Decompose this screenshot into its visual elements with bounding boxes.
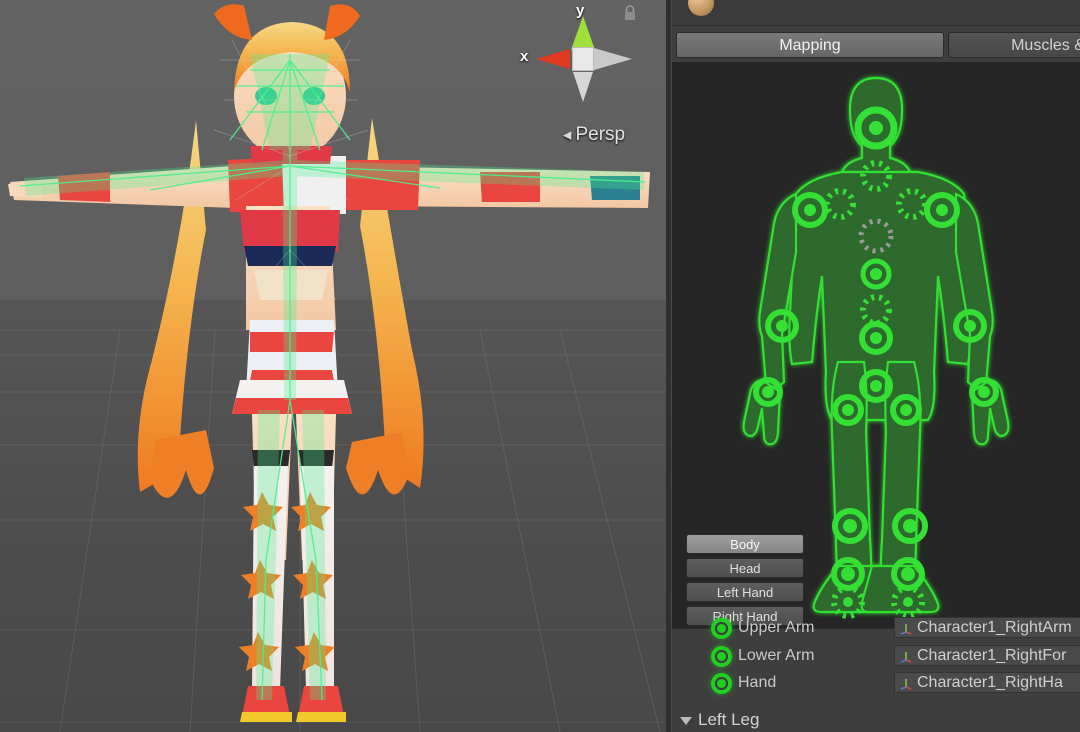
gizmo-axis-ny-cone[interactable]: [573, 72, 593, 102]
lock-icon[interactable]: [622, 4, 638, 22]
tab-muscles-and-settings[interactable]: Muscles &: [948, 32, 1080, 58]
gizmo-y-label: y: [576, 2, 585, 19]
chevron-down-icon: [680, 716, 692, 725]
gizmo-axis-y-cone[interactable]: [571, 16, 595, 50]
body-part-button-left-hand[interactable]: Left Hand: [686, 582, 804, 602]
avatar-tab-bar: Mapping Muscles &: [672, 30, 1080, 60]
scene-view-gizmo[interactable]: y x ◂ Persp: [514, 2, 654, 154]
unity-editor-window: y x ◂ Persp Mapping Muscles & Body Head …: [0, 0, 1080, 732]
gizmo-axis-nx-cone[interactable]: [594, 48, 632, 70]
bone-object-field[interactable]: Character1_RightFor: [894, 645, 1080, 666]
body-part-button-body[interactable]: Body: [686, 534, 804, 554]
bone-object-name: Character1_RightFor: [917, 647, 1067, 664]
bone-object-name: Character1_RightHa: [917, 674, 1063, 691]
bone-object-name: Character1_RightArm: [917, 619, 1072, 636]
gizmo-x-label: x: [520, 48, 529, 65]
transform-icon: [900, 679, 912, 690]
transform-icon: [900, 652, 912, 663]
transform-icon: [900, 624, 912, 635]
bone-mapping-list[interactable]: Upper Arm Character1_RightArm Lower Arm: [672, 617, 1080, 732]
bone-status-icon: [711, 618, 732, 639]
material-sphere-icon: [688, 0, 714, 16]
avatar-configuration-panel: Mapping Muscles & Body Head Left Hand Ri…: [666, 0, 1080, 732]
projection-mode-toggle[interactable]: ◂ Persp: [534, 124, 654, 146]
bone-object-field[interactable]: Character1_RightArm: [894, 617, 1080, 638]
bone-label: Hand: [738, 674, 777, 691]
table-row[interactable]: Upper Arm Character1_RightArm: [672, 615, 1080, 642]
projection-mode-label: Persp: [575, 124, 626, 145]
bone-label: Lower Arm: [738, 647, 815, 664]
bone-group-foldout-left-leg[interactable]: Left Leg: [680, 709, 759, 731]
gizmo-center-cube[interactable]: [572, 47, 594, 71]
projection-arrow-icon: ◂: [562, 125, 572, 144]
bone-status-icon: [711, 646, 732, 667]
bone-label: Upper Arm: [738, 619, 815, 636]
body-part-button-head[interactable]: Head: [686, 558, 804, 578]
table-row[interactable]: Hand Character1_RightHa: [672, 670, 1080, 697]
scene-view[interactable]: y x ◂ Persp: [0, 0, 666, 732]
bone-object-field[interactable]: Character1_RightHa: [894, 672, 1080, 693]
preview-strip: [672, 0, 1080, 26]
tab-mapping[interactable]: Mapping: [676, 32, 944, 58]
gizmo-axis-x-cone[interactable]: [536, 49, 570, 69]
bone-status-icon: [711, 673, 732, 694]
body-part-button-group: Body Head Left Hand Right Hand: [686, 534, 810, 628]
avatar-silhouette-view[interactable]: Body Head Left Hand Right Hand: [672, 62, 1080, 628]
bone-group-label: Left Leg: [698, 710, 760, 729]
table-row[interactable]: Lower Arm Character1_RightFor: [672, 643, 1080, 670]
